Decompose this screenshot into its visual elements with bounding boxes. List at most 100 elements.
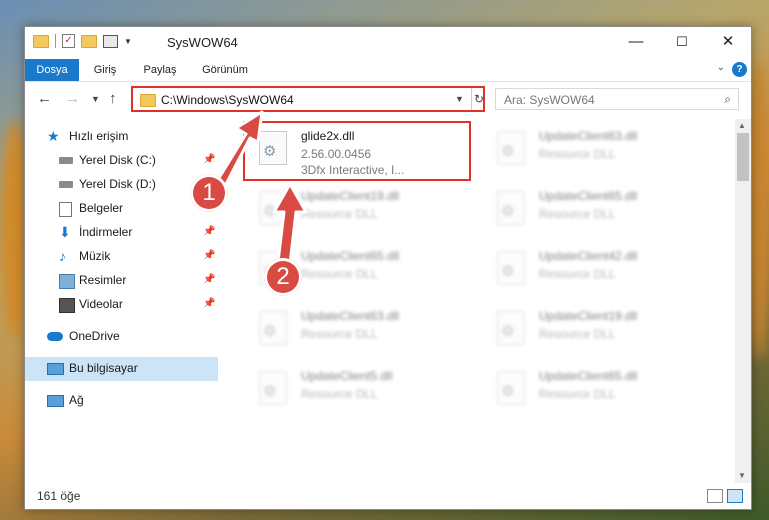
file-name: UpdateClient65.dll	[539, 189, 638, 203]
list-item[interactable]: ⚙ UpdateClient65.dll Resource DLL	[483, 363, 703, 415]
sidebar-item-downloads[interactable]: ⬇ İndirmeler 📌	[25, 221, 218, 245]
scroll-up-chevron-icon[interactable]: ▲	[738, 121, 746, 130]
new-folder-icon[interactable]	[81, 34, 97, 48]
file-name: UpdateClient63.dll	[301, 309, 400, 323]
scroll-down-chevron-icon[interactable]: ▼	[738, 471, 746, 480]
address-history-chevron-icon[interactable]: ▼	[455, 94, 464, 104]
step-badge-1: 1	[190, 174, 228, 212]
toolbar-divider	[55, 34, 56, 48]
help-button[interactable]: ?	[732, 62, 747, 77]
maximize-button[interactable]: ☐	[659, 27, 705, 57]
tab-view[interactable]: Görünüm	[197, 59, 253, 81]
file-name: UpdateClient42.dll	[539, 249, 638, 263]
navigation-bar: ← → ▼ ↑ C:\Windows\SysWOW64 ▼ ↻ Ara: Sys…	[25, 82, 751, 118]
file-item-glide2x[interactable]: ⚙ glide2x.dll 2.56.00.0456 3Dfx Interact…	[243, 121, 471, 181]
up-arrow-icon[interactable]: ↑	[109, 90, 117, 107]
tab-file[interactable]: Dosya	[25, 59, 79, 81]
pin-icon[interactable]: 📌	[203, 274, 215, 285]
download-icon: ⬇	[59, 224, 71, 240]
properties-check-icon[interactable]: ✓	[62, 34, 75, 48]
file-description: Resource DLL	[539, 327, 616, 341]
forward-arrow-icon[interactable]: →	[65, 90, 80, 107]
sidebar-item-documents[interactable]: Belgeler	[25, 197, 218, 221]
recent-locations-chevron-icon[interactable]: ▼	[91, 94, 100, 104]
sidebar-item-label: Ağ	[69, 393, 84, 407]
sidebar-item-label: OneDrive	[69, 329, 120, 343]
address-bar[interactable]: C:\Windows\SysWOW64 ▼ ↻	[131, 86, 485, 112]
scrollbar-thumb[interactable]	[737, 133, 749, 181]
dll-file-icon: ⚙	[259, 131, 287, 165]
file-name: UpdateClient19.dll	[301, 189, 400, 203]
search-input[interactable]: Ara: SysWOW64	[504, 93, 595, 107]
file-description: Resource DLL	[539, 267, 616, 281]
refresh-icon[interactable]: ↻	[471, 88, 486, 110]
vertical-scrollbar[interactable]: ▲ ▼	[735, 119, 751, 483]
sidebar-item-label: Yerel Disk (C:)	[79, 153, 156, 167]
sidebar-item-label: Videolar	[79, 297, 123, 311]
file-name: glide2x.dll	[301, 129, 355, 143]
sidebar-item-music[interactable]: ♪ Müzik 📌	[25, 245, 218, 269]
video-icon	[59, 298, 75, 313]
dll-file-icon: ⚙	[259, 311, 287, 345]
pin-icon[interactable]: 📌	[203, 298, 215, 309]
sidebar-item-local-disk-c[interactable]: Yerel Disk (C:) 📌	[25, 149, 218, 173]
tab-share[interactable]: Paylaş	[137, 59, 183, 81]
pin-icon[interactable]: 📌	[203, 250, 215, 261]
title-bar: ✓ ▼ SysWOW64 — ☐ ✕	[25, 27, 751, 59]
file-name: UpdateClient19.dll	[539, 309, 638, 323]
sidebar-item-label: Bu bilgisayar	[69, 361, 138, 375]
ribbon-tabs: Dosya Giriş Paylaş Görünüm ⌄ ?	[25, 59, 751, 82]
pin-icon[interactable]: 📌	[203, 154, 215, 165]
list-item[interactable]: ⚙ UpdateClient19.dll Resource DLL	[483, 303, 703, 355]
large-icons-view-icon[interactable]	[727, 489, 743, 503]
list-item[interactable]: ⚙ UpdateClient5.dll Resource DLL	[245, 363, 465, 415]
pin-icon[interactable]: 📌	[203, 226, 215, 237]
network-icon	[47, 395, 64, 407]
file-name: UpdateClient65.dll	[539, 369, 638, 383]
file-description: Resource DLL	[301, 207, 378, 221]
sidebar-item-label: Müzik	[79, 249, 111, 263]
pictures-icon	[59, 274, 75, 289]
music-icon: ♪	[59, 248, 66, 264]
list-item[interactable]: ⚙ UpdateClient65.dll Resource DLL	[483, 183, 703, 235]
file-list: ⚙ glide2x.dll 2.56.00.0456 3Dfx Interact…	[235, 119, 733, 483]
view-properties-icon[interactable]	[103, 34, 118, 48]
tab-home[interactable]: Giriş	[85, 59, 125, 81]
file-description: Resource DLL	[301, 267, 378, 281]
back-arrow-icon[interactable]: ←	[37, 90, 52, 107]
file-description: Resource DLL	[301, 387, 378, 401]
close-button[interactable]: ✕	[705, 27, 751, 57]
file-description: Resource DLL	[301, 327, 378, 341]
minimize-button[interactable]: —	[613, 27, 659, 57]
list-item[interactable]: ⚙ UpdateClient63.dll Resource DLL	[245, 303, 465, 355]
sidebar-item-quick-access[interactable]: ★ Hızlı erişim	[25, 125, 218, 149]
search-box[interactable]: Ara: SysWOW64 ⌕	[495, 88, 739, 110]
file-name: UpdateClient63.dll	[539, 129, 638, 143]
sidebar-item-label: Resimler	[79, 273, 127, 287]
details-view-icon[interactable]	[707, 489, 723, 503]
dll-file-icon: ⚙	[497, 251, 525, 285]
cloud-icon	[47, 332, 63, 341]
list-item[interactable]: ⚙ UpdateClient42.dll Resource DLL	[483, 243, 703, 295]
address-path[interactable]: C:\Windows\SysWOW64	[161, 93, 294, 107]
sidebar-item-this-pc[interactable]: Bu bilgisayar	[25, 357, 218, 381]
sidebar-item-onedrive[interactable]: OneDrive	[25, 325, 218, 349]
sidebar-item-label: Hızlı erişim	[69, 129, 129, 143]
sidebar-item-label: Yerel Disk (D:)	[79, 177, 156, 191]
dll-file-icon: ⚙	[497, 311, 525, 345]
drive-icon	[59, 181, 73, 188]
list-item[interactable]: ⚙ UpdateClient19.dll Resource DLL	[245, 183, 465, 235]
file-version: 2.56.00.0456	[301, 147, 372, 161]
dll-file-icon: ⚙	[259, 191, 287, 225]
computer-icon	[47, 363, 64, 375]
customize-toolbar-chevron-icon[interactable]: ▼	[124, 37, 132, 46]
file-company: 3Dfx Interactive, I...	[301, 163, 405, 177]
list-item[interactable]: ⚙ UpdateClient63.dll Resource DLL	[483, 123, 703, 175]
sidebar-item-pictures[interactable]: Resimler 📌	[25, 269, 218, 293]
sidebar-item-videos[interactable]: Videolar 📌	[25, 293, 218, 317]
search-icon[interactable]: ⌕	[724, 92, 731, 107]
ribbon-expand-chevron-icon[interactable]: ⌄	[717, 62, 725, 73]
folder-icon	[33, 34, 49, 48]
sidebar-item-network[interactable]: Ağ	[25, 389, 218, 413]
dll-file-icon: ⚙	[497, 191, 525, 225]
